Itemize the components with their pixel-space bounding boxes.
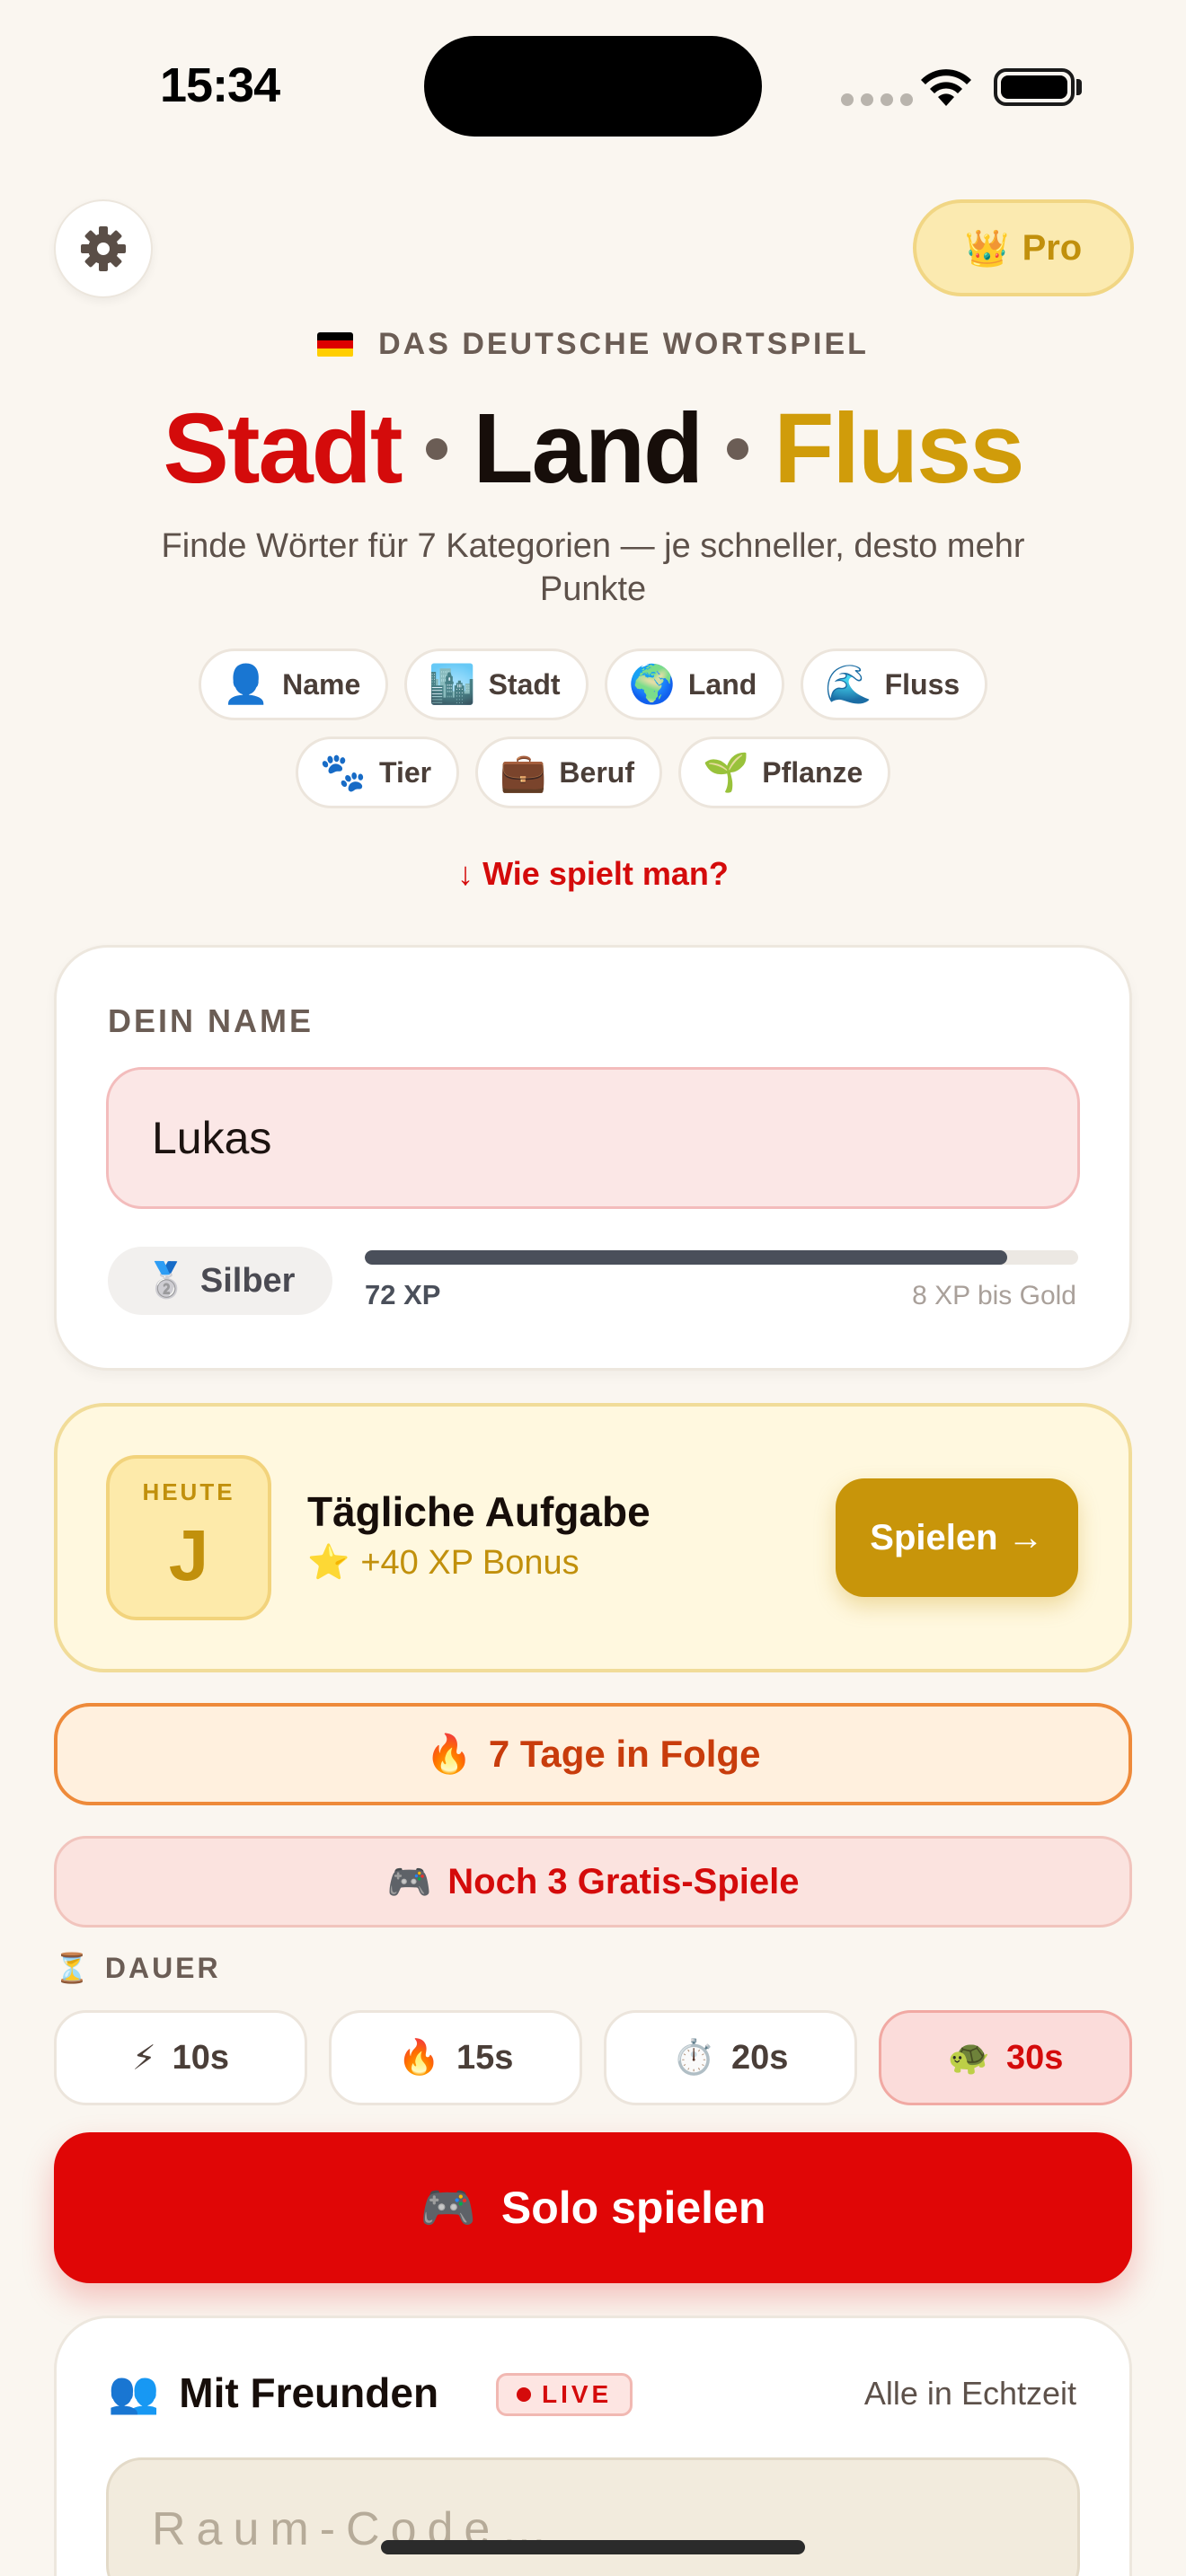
duration-option-10s[interactable]: ⚡ 10s: [54, 2010, 307, 2105]
how-to-play-link[interactable]: ↓ Wie spielt man?: [0, 855, 1186, 893]
briefcase-icon: 💼: [500, 750, 547, 793]
title-land: Land: [473, 393, 704, 504]
duration-value: 15s: [456, 2038, 514, 2077]
streak-text: 7 Tage in Folge: [488, 1733, 761, 1775]
title-separator: [727, 437, 749, 460]
name-label: DEIN NAME: [108, 1002, 314, 1039]
rank-label: Silber: [199, 1261, 296, 1300]
signal-icon: [841, 93, 913, 106]
person-icon: 👤: [222, 662, 270, 705]
duration-options: ⚡ 10s 🔥 15s ⏱️ 20s 🐢 30s: [54, 2010, 1132, 2105]
realtime-note: Alle in Echtzeit: [863, 2375, 1076, 2412]
category-chip-pflanze: 🌱 Pflanze: [677, 737, 891, 808]
turtle-icon: 🐢: [947, 2039, 990, 2077]
name-input[interactable]: [106, 1067, 1080, 1209]
today-label: HEUTE: [142, 1478, 235, 1505]
friends-title: 👥 Mit Freunden: [108, 2368, 438, 2417]
pro-label: Pro: [1022, 227, 1083, 268]
solo-play-button[interactable]: 🎮 Solo spielen: [54, 2132, 1132, 2283]
fire-icon: 🔥: [397, 2039, 440, 2077]
seedling-icon: 🌱: [702, 750, 750, 793]
subtitle-row: DAS DEUTSCHE WORTSPIEL: [0, 327, 1186, 362]
play-daily-button[interactable]: Spielen →: [836, 1478, 1078, 1597]
streak-banner: 🔥 7 Tage in Folge: [54, 1703, 1132, 1805]
room-code-input[interactable]: [106, 2457, 1080, 2576]
rank-badge: 🥈 Silber: [108, 1247, 332, 1315]
crown-icon: 👑: [964, 228, 1010, 269]
status-time: 15:34: [160, 58, 280, 112]
hourglass-icon: ⏳: [54, 1952, 93, 1984]
duration-option-20s[interactable]: ⏱️ 20s: [604, 2010, 857, 2105]
stopwatch-icon: ⏱️: [672, 2039, 715, 2077]
german-flag-icon: [317, 331, 354, 357]
today-letter: J: [168, 1515, 209, 1595]
duration-value: 10s: [172, 2038, 230, 2077]
duration-label: ⏳ DAUER: [54, 1951, 221, 1985]
title-stadt: Stadt: [163, 393, 403, 504]
solo-play-label: Solo spielen: [500, 2183, 766, 2233]
category-chip-fluss: 🌊 Fluss: [801, 648, 988, 720]
city-icon: 🏙️: [429, 662, 476, 705]
xp-value: 72 XP: [365, 1279, 441, 1310]
gamepad-icon: 🎮: [420, 2182, 476, 2233]
category-chip-beruf: 💼 Beruf: [475, 737, 662, 808]
battery-icon: [994, 68, 1075, 106]
category-label: Pflanze: [762, 755, 863, 789]
globe-icon: 🌍: [628, 662, 676, 705]
category-label: Name: [282, 667, 361, 701]
category-chip-tier: 🐾 Tier: [295, 737, 460, 808]
pro-button[interactable]: 👑 Pro: [913, 199, 1134, 296]
tagline: Finde Wörter für 7 Kategorien — je schne…: [161, 527, 1025, 608]
people-icon: 👥: [108, 2369, 160, 2415]
category-chip-land: 🌍 Land: [604, 648, 785, 720]
category-label: Land: [687, 667, 757, 701]
fire-icon: 🔥: [425, 1732, 473, 1775]
live-label: LIVE: [542, 2380, 613, 2408]
free-games-text: Noch 3 Gratis-Spiele: [447, 1861, 800, 1901]
duration-label-text: DAUER: [104, 1951, 221, 1984]
duration-value: 30s: [1005, 2038, 1064, 2077]
battery-tip: [1076, 79, 1082, 95]
duration-option-30s[interactable]: 🐢 30s: [879, 2010, 1132, 2105]
xp-progress-bar: [365, 1250, 1078, 1265]
category-chips-row-2: 🐾 Tier 💼 Beruf 🌱 Pflanze: [135, 737, 1051, 808]
friends-title-text: Mit Freunden: [179, 2369, 439, 2416]
xp-progress-fill: [365, 1250, 1007, 1265]
xp-to-next-rank: 8 XP bis Gold: [912, 1281, 1076, 1310]
lightning-icon: ⚡: [131, 2039, 156, 2078]
title-separator: [426, 437, 448, 460]
daily-bonus-text: +40 XP Bonus: [360, 1543, 580, 1582]
category-label: Beruf: [559, 755, 634, 789]
wifi-icon: [921, 69, 971, 106]
home-indicator[interactable]: [381, 2540, 805, 2554]
dynamic-island: [424, 36, 762, 137]
live-dot-icon: [517, 2387, 531, 2402]
settings-button[interactable]: [54, 199, 153, 298]
wave-icon: 🌊: [825, 662, 872, 705]
category-chips-row-1: 👤 Name 🏙️ Stadt 🌍 Land 🌊 Fluss: [135, 648, 1051, 720]
daily-title: Tägliche Aufgabe: [307, 1488, 651, 1535]
gear-icon: [81, 226, 126, 271]
category-label: Stadt: [488, 667, 561, 701]
title-fluss: Fluss: [774, 393, 1024, 504]
category-label: Tier: [379, 755, 432, 789]
category-chip-stadt: 🏙️ Stadt: [404, 648, 589, 720]
subtitle: DAS DEUTSCHE WORTSPIEL: [378, 327, 869, 361]
app-title: Stadt Land Fluss: [0, 392, 1186, 506]
free-games-banner: 🎮 Noch 3 Gratis-Spiele: [54, 1836, 1132, 1928]
star-icon: ⭐: [307, 1544, 350, 1582]
daily-bonus: ⭐ +40 XP Bonus: [307, 1543, 580, 1583]
duration-value: 20s: [730, 2038, 789, 2077]
paw-icon: 🐾: [319, 750, 367, 793]
duration-option-15s[interactable]: 🔥 15s: [329, 2010, 582, 2105]
medal-icon: 🥈: [145, 1262, 188, 1300]
category-chip-name: 👤 Name: [198, 648, 389, 720]
category-label: Fluss: [884, 667, 960, 701]
gamepad-icon: 🎮: [386, 1862, 432, 1902]
live-badge: LIVE: [496, 2373, 633, 2416]
